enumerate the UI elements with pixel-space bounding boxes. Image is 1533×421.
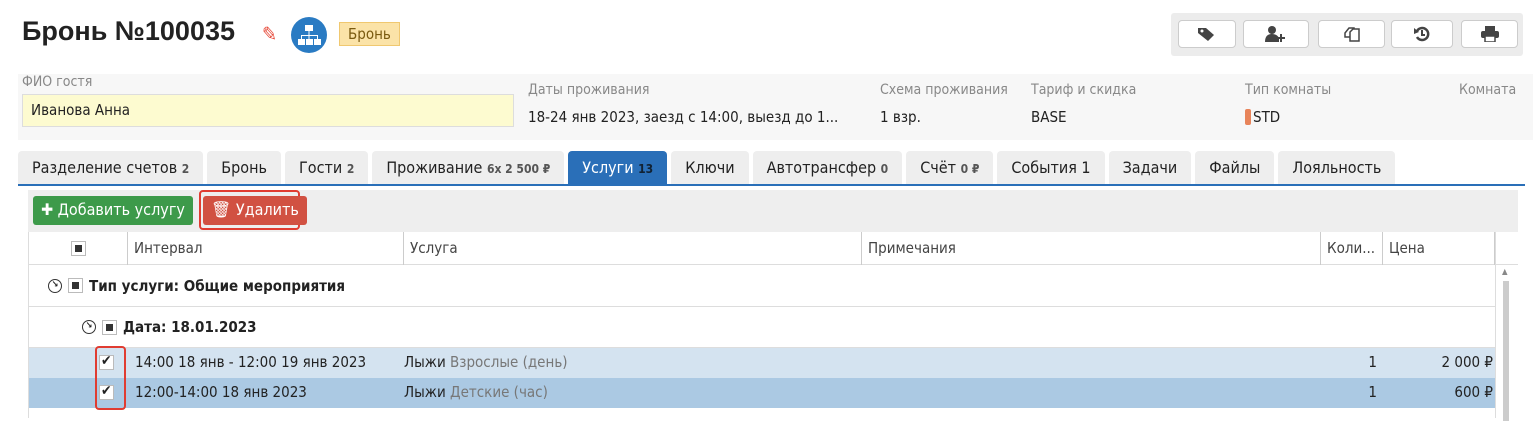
tab-keys[interactable]: Ключи	[671, 151, 749, 185]
roomtype-label: Тип комнаты	[1245, 82, 1332, 98]
group-label: Тип услуги: Общие мероприятия	[89, 276, 346, 295]
service-name: Лыжи	[404, 353, 446, 371]
tab-bar: Разделение счетов 2 Бронь Гости 2 Прожив…	[18, 151, 1396, 185]
service-name: Лыжи	[404, 383, 446, 401]
services-toolbar: ✚ Добавить услугу 🗑 Удалить	[28, 190, 1518, 232]
edit-icon[interactable]: ✎	[262, 22, 277, 46]
dates-value[interactable]: 18-24 янв 2023, заезд с 14:00, выезд до …	[528, 108, 838, 126]
service-cell: Лыжи Детские (час)	[404, 383, 548, 401]
room-label: Комната	[1459, 82, 1517, 98]
services-grid: Интервал Услуга Примечания Коли... Цена …	[28, 232, 1518, 418]
add-user-icon[interactable]	[1243, 20, 1309, 48]
delete-button[interactable]: 🗑 Удалить	[203, 196, 307, 225]
collapse-icon[interactable]: ↘	[82, 320, 96, 334]
print-icon[interactable]	[1461, 20, 1518, 48]
tariff-value[interactable]: BASE	[1031, 108, 1067, 126]
tab-accommodation[interactable]: Проживание 6x 2 500 ₽	[372, 151, 565, 185]
table-row[interactable]: 14:00 18 янв - 12:00 19 янв 2023 Лыжи Вз…	[29, 348, 1495, 378]
table-row[interactable]: 12:00-14:00 18 янв 2023 Лыжи Детские (ча…	[29, 378, 1495, 408]
tab-transfer[interactable]: Автотрансфер 0	[752, 151, 903, 185]
subgroup-checkbox[interactable]	[102, 319, 117, 335]
column-header-interval[interactable]: Интервал	[128, 232, 404, 265]
header-toolbar	[1171, 13, 1523, 56]
tags-icon[interactable]	[1178, 20, 1236, 48]
column-header-notes[interactable]: Примечания	[862, 232, 1321, 265]
tab-invoice[interactable]: Счёт 0 ₽	[906, 151, 994, 185]
tab-booking[interactable]: Бронь	[207, 151, 281, 185]
group-row[interactable]: ↘ Тип услуги: Общие мероприятия	[29, 265, 1495, 307]
column-header-price[interactable]: Цена	[1383, 232, 1495, 265]
tab-underline	[18, 184, 1525, 186]
tab-events[interactable]: События 1	[997, 151, 1105, 185]
trash-icon: 🗑	[211, 200, 232, 219]
guest-label: ФИО гостя	[22, 74, 93, 90]
grid-header: Интервал Услуга Примечания Коли... Цена	[29, 232, 1518, 265]
scrollbar-thumb[interactable]	[1503, 281, 1509, 421]
page-title: Бронь №100035	[22, 16, 235, 46]
dates-label: Даты проживания	[528, 82, 650, 98]
status-badge: Бронь	[339, 22, 400, 46]
tab-files[interactable]: Файлы	[1195, 151, 1275, 185]
tab-tasks[interactable]: Задачи	[1108, 151, 1192, 185]
scheme-value[interactable]: 1 взр.	[880, 108, 921, 126]
tariff-label: Тариф и скидка	[1031, 82, 1137, 98]
price-cell: 600 ₽	[1454, 383, 1493, 401]
plus-icon: ✚	[41, 200, 54, 219]
price-cell: 2 000 ₽	[1441, 353, 1494, 371]
service-variant: Взрослые (день)	[450, 353, 568, 371]
guest-name-field[interactable]: Иванова Анна	[22, 94, 514, 127]
qty-cell: 1	[1368, 383, 1377, 401]
subgroup-label: Дата: 18.01.2023	[123, 318, 257, 336]
grid-divider	[1495, 232, 1496, 418]
interval-cell: 14:00 18 янв - 12:00 19 янв 2023	[135, 353, 367, 371]
tab-guests[interactable]: Гости 2	[285, 151, 369, 185]
structure-icon[interactable]	[291, 17, 327, 53]
service-cell: Лыжи Взрослые (день)	[404, 353, 568, 371]
tab-loyalty[interactable]: Лояльность	[1278, 151, 1396, 185]
collapse-icon[interactable]: ↘	[48, 278, 62, 293]
add-service-button[interactable]: ✚ Добавить услугу	[33, 196, 193, 225]
booking-info-panel: ФИО гостя Иванова Анна Даты проживания 1…	[18, 74, 1533, 140]
qty-cell: 1	[1368, 353, 1377, 371]
service-variant: Детские (час)	[450, 383, 548, 401]
subgroup-row[interactable]: ↘ Дата: 18.01.2023	[29, 307, 1495, 348]
tab-bill-split[interactable]: Разделение счетов 2	[18, 151, 204, 185]
copy-icon[interactable]	[1318, 20, 1385, 48]
select-all-checkbox[interactable]	[70, 241, 86, 256]
column-header-qty[interactable]: Коли...	[1321, 232, 1383, 265]
roomtype-text: STD	[1253, 108, 1281, 126]
column-header-service[interactable]: Услуга	[404, 232, 862, 265]
select-all-cell	[29, 232, 128, 265]
roomtype-color-marker	[1245, 109, 1251, 125]
history-icon[interactable]	[1391, 20, 1453, 48]
checkbox-highlight	[95, 346, 126, 410]
group-checkbox[interactable]	[68, 278, 83, 293]
scroll-up-icon[interactable]: ▲	[1502, 267, 1508, 276]
roomtype-value[interactable]: STD	[1245, 108, 1280, 126]
scrollbar[interactable]: ▲	[1498, 265, 1518, 421]
tab-services[interactable]: Услуги 13	[568, 151, 668, 185]
interval-cell: 12:00-14:00 18 янв 2023	[135, 383, 307, 401]
scheme-label: Схема проживания	[880, 82, 1008, 98]
